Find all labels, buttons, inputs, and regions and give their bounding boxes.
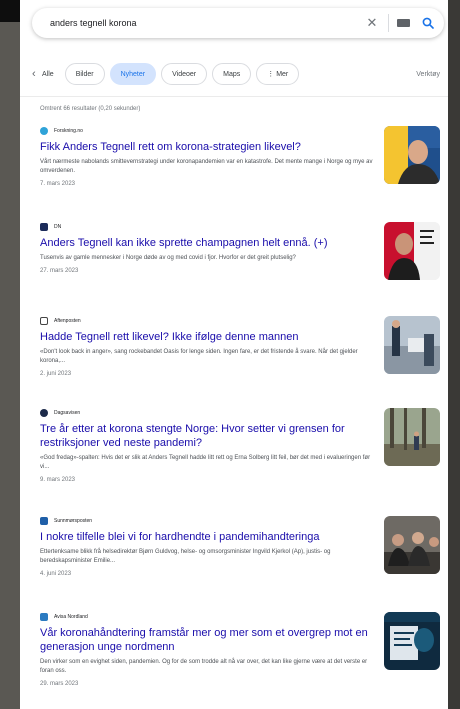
tab-news[interactable]: Nyheter: [109, 63, 157, 85]
source-name: Aftenposten: [54, 318, 81, 324]
news-result: Forskning.no Fikk Anders Tegnell rett om…: [40, 126, 444, 208]
result-date: 7. mars 2023: [40, 181, 76, 187]
result-snippet: Vårt nærmeste nabolands smittevernstrate…: [40, 159, 373, 174]
source-name: Forskning.no: [54, 128, 83, 134]
news-result: Sunnmørsposten I nokre tilfelle blei vi …: [40, 516, 444, 598]
tabs-divider: [20, 96, 448, 97]
search-bar-divider: [388, 14, 389, 32]
result-snippet: Tusenvis av gamle mennesker i Norge døde…: [40, 255, 296, 261]
tab-all[interactable]: Alle: [42, 63, 60, 85]
tools-button[interactable]: Verktøy: [416, 71, 440, 78]
forskning-favicon-icon: [40, 127, 48, 135]
background-left: [0, 22, 20, 709]
background-right: [448, 0, 460, 709]
result-thumbnail[interactable]: [384, 316, 440, 374]
source-name: Avisa Nordland: [54, 614, 88, 620]
result-snippet: «Don't look back in anger», sang rockeba…: [40, 349, 358, 364]
result-title-link[interactable]: I nokre tilfelle blei vi for hardhendte …: [40, 530, 380, 544]
chevron-left-icon[interactable]: ‹: [32, 68, 42, 80]
search-results-page: anders tegnell korona ✕ ‹ Alle Bilder Ny…: [20, 0, 448, 709]
result-thumbnail[interactable]: [384, 408, 440, 466]
result-thumbnail[interactable]: [384, 222, 440, 280]
background-corner: [0, 0, 20, 22]
source-name: Dagsavisen: [54, 410, 81, 416]
result-date: 2. juni 2023: [40, 371, 72, 377]
search-tabs: ‹ Alle Bilder Nyheter Videoer Maps ⋮ Mer…: [32, 62, 440, 86]
result-title-link[interactable]: Hadde Tegnell rett likevel? Ikke ifølge …: [40, 330, 380, 344]
avisa-nordland-favicon-icon: [40, 613, 48, 621]
result-snippet: Ettertenksame blikk frå helsedirektør Bj…: [40, 549, 331, 564]
result-thumbnail[interactable]: [384, 126, 440, 184]
source-name: DN: [54, 224, 62, 230]
tab-maps[interactable]: Maps: [212, 63, 252, 85]
search-input[interactable]: anders tegnell korona: [50, 18, 364, 28]
result-date: 29. mars 2023: [40, 681, 79, 687]
source-name: Sunnmørsposten: [54, 518, 93, 524]
tab-images[interactable]: Bilder: [64, 63, 105, 85]
result-thumbnail[interactable]: [384, 516, 440, 574]
result-thumbnail[interactable]: [384, 612, 440, 670]
result-title-link[interactable]: Vår koronahåndtering framstår mer og mer…: [40, 626, 380, 654]
news-result: Avisa Nordland Vår koronahåndtering fram…: [40, 612, 444, 694]
result-stats: Omtrent 66 resultater (0,20 sekunder): [40, 106, 141, 112]
news-result: Dagsavisen Tre år etter at korona stengt…: [40, 408, 444, 490]
result-snippet: «God fredag»-spalten: Hvis det er slik a…: [40, 455, 371, 470]
result-title-link[interactable]: Anders Tegnell kan ikke sprette champagn…: [40, 236, 380, 250]
sunnmorsposten-favicon-icon: [40, 517, 48, 525]
tab-more[interactable]: ⋮ Mer: [256, 63, 300, 85]
news-result: Aftenposten Hadde Tegnell rett likevel? …: [40, 316, 444, 398]
close-icon[interactable]: ✕: [364, 15, 380, 31]
dagsavisen-favicon-icon: [40, 409, 48, 417]
search-icon[interactable]: [422, 17, 434, 29]
news-result: DN Anders Tegnell kan ikke sprette champ…: [40, 222, 444, 304]
result-title-link[interactable]: Tre år etter at korona stengte Norge: Hv…: [40, 422, 380, 450]
result-snippet: Den virker som en evighet siden, pandemi…: [40, 659, 368, 674]
tab-videos[interactable]: Videoer: [161, 63, 208, 85]
keyboard-icon[interactable]: [397, 19, 410, 27]
result-title-link[interactable]: Fikk Anders Tegnell rett om korona-strat…: [40, 140, 380, 154]
search-bar[interactable]: anders tegnell korona ✕: [32, 8, 444, 38]
dn-favicon-icon: [40, 223, 48, 231]
aftenposten-favicon-icon: [40, 317, 48, 325]
result-date: 4. juni 2023: [40, 571, 72, 577]
result-date: 9. mars 2023: [40, 477, 76, 483]
